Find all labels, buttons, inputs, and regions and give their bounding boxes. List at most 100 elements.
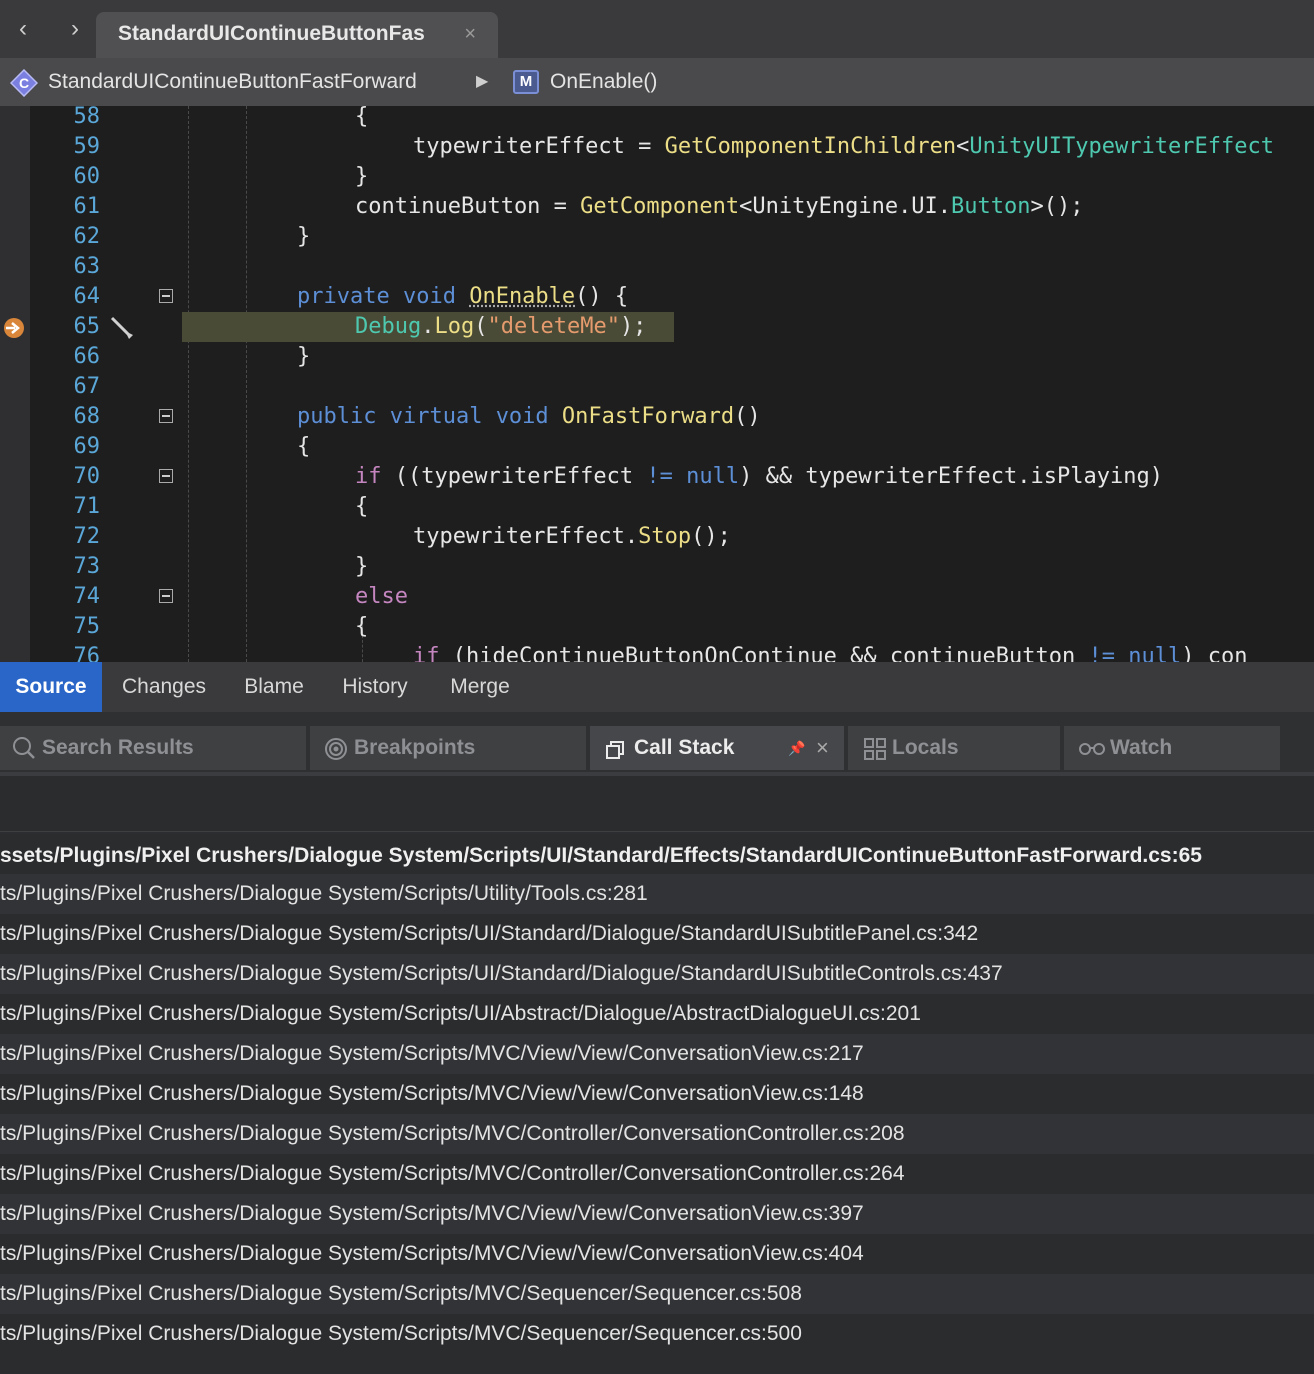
fold-toggle-icon[interactable] [159,289,173,303]
code-token: { [297,434,311,459]
call-stack-frame[interactable]: ts/Plugins/Pixel Crushers/Dialogue Syste… [0,1034,1314,1074]
panel-divider[interactable] [0,712,1314,726]
fold-toggle-icon[interactable] [159,409,173,423]
document-tab-bar: ‹ › StandardUIContinueButtonFas × [0,0,1314,58]
tab-changes[interactable]: Changes [104,662,224,712]
code-line[interactable]: 70 if ((typewriterEffect != null) && type… [0,462,1314,492]
breakpoint-current-icon[interactable] [2,316,26,340]
code-line[interactable]: 65 Debug.Log("deleteMe"); [0,312,1314,342]
code-line[interactable]: 59 typewriterEffect = GetComponentInChild… [0,132,1314,162]
call-stack-frame[interactable]: ts/Plugins/Pixel Crushers/Dialogue Syste… [0,1194,1314,1234]
tab-source[interactable]: Source [0,662,102,712]
run-to-cursor-icon[interactable] [108,314,136,342]
tab-call-stack[interactable]: Call Stack 📌 × [590,726,844,770]
code-line[interactable]: 73} [0,552,1314,582]
tab-merge[interactable]: Merge [430,662,530,712]
code-line[interactable]: 61 continueButton = GetComponent<UnityEng… [0,192,1314,222]
code-line[interactable]: 71 { [0,492,1314,522]
line-number[interactable]: 72 [30,522,101,552]
call-stack-frame[interactable]: ts/Plugins/Pixel Crushers/Dialogue Syste… [0,1154,1314,1194]
line-number[interactable]: 70 [30,462,101,492]
code-token: != [646,464,673,489]
fold-toggle-icon[interactable] [159,589,173,603]
code-token: typewriterEffect = [413,134,665,159]
line-number[interactable]: 58 [30,106,101,132]
tab-watch[interactable]: Watch [1064,726,1280,770]
line-number[interactable]: 75 [30,612,101,642]
close-tab-icon[interactable]: × [464,23,476,46]
call-stack-frame[interactable]: ts/Plugins/Pixel Crushers/Dialogue Syste… [0,874,1314,914]
line-number[interactable]: 76 [30,642,101,662]
line-number[interactable]: 73 [30,552,101,582]
code-line[interactable]: 64 private void OnEnable() { [0,282,1314,312]
code-editor[interactable]: 58 {59 typewriterEffect = GetComponentInCh… [0,106,1314,662]
line-number[interactable]: 59 [30,132,101,162]
call-stack-header [0,772,1314,832]
line-number[interactable]: 64 [30,282,101,312]
tab-blame[interactable]: Blame [228,662,320,712]
code-token: ((typewriterEffect [381,464,647,489]
line-number[interactable]: 65 [30,312,101,342]
code-token: virtual [389,404,496,429]
code-token: ( [474,314,488,339]
code-text: } [297,222,310,252]
code-token: } [355,164,369,189]
call-stack-frame[interactable]: ts/Plugins/Pixel Crushers/Dialogue Syste… [0,1234,1314,1274]
code-line[interactable]: 68 public virtual void OnFastForward() [0,402,1314,432]
line-number[interactable]: 74 [30,582,101,612]
code-text: else [355,582,408,612]
line-number[interactable]: 68 [30,402,101,432]
code-token: ); [619,314,647,339]
code-token: else [355,584,408,609]
code-text: Debug.Log("deleteMe"); [355,312,646,342]
code-token: >(); [1030,194,1084,219]
code-token: "deleteMe" [487,314,620,339]
tab-locals[interactable]: Locals [848,726,1060,770]
tab-breakpoints[interactable]: Breakpoints [310,726,586,770]
code-text: } [297,342,310,372]
line-number[interactable]: 63 [30,252,101,282]
call-stack-frame[interactable]: ts/Plugins/Pixel Crushers/Dialogue Syste… [0,1074,1314,1114]
breadcrumb-class[interactable]: StandardUIContinueButtonFastForward [48,70,417,94]
code-text: { [355,492,368,522]
code-token: GetComponentInChildren [664,134,957,159]
call-stack-frame[interactable]: ts/Plugins/Pixel Crushers/Dialogue Syste… [0,914,1314,954]
line-number[interactable]: 69 [30,432,101,462]
line-number[interactable]: 62 [30,222,101,252]
code-line[interactable]: 62} [0,222,1314,252]
code-line[interactable]: 67 [0,372,1314,402]
close-pad-icon[interactable]: × [816,726,829,770]
line-number[interactable]: 67 [30,372,101,402]
line-number[interactable]: 60 [30,162,101,192]
fold-toggle-icon[interactable] [159,469,173,483]
back-button[interactable]: ‹ [8,14,38,44]
tab-search-results[interactable]: Search Results [0,726,306,770]
breadcrumb-separator-icon: ▶ [476,73,489,90]
code-text: typewriterEffect.Stop(); [413,522,731,552]
code-line[interactable]: 76 if (hideContinueButtonOnContinue && co… [0,642,1314,662]
code-line[interactable]: 69 { [0,432,1314,462]
pin-icon[interactable]: 📌 [788,726,805,770]
code-token: Button [951,194,1031,219]
code-line[interactable]: 60} [0,162,1314,192]
code-line[interactable]: 75 { [0,612,1314,642]
code-line[interactable]: 63 [0,252,1314,282]
document-tab[interactable]: StandardUIContinueButtonFas × [96,12,498,58]
call-stack-frame[interactable]: ssets/Plugins/Pixel Crushers/Dialogue Sy… [0,836,1314,876]
code-line[interactable]: 66} [0,342,1314,372]
code-line[interactable]: 74 else [0,582,1314,612]
line-number[interactable]: 66 [30,342,101,372]
breadcrumb-method[interactable]: OnEnable() [550,70,657,94]
call-stack-frame[interactable]: ts/Plugins/Pixel Crushers/Dialogue Syste… [0,1314,1314,1354]
document-tab-title: StandardUIContinueButtonFas [118,22,425,45]
code-line[interactable]: 72 typewriterEffect.Stop(); [0,522,1314,552]
code-line[interactable]: 58 { [0,106,1314,132]
call-stack-frame[interactable]: ts/Plugins/Pixel Crushers/Dialogue Syste… [0,1274,1314,1314]
line-number[interactable]: 61 [30,192,101,222]
tab-history[interactable]: History [326,662,424,712]
call-stack-frame[interactable]: ts/Plugins/Pixel Crushers/Dialogue Syste… [0,1114,1314,1154]
line-number[interactable]: 71 [30,492,101,522]
call-stack-frame[interactable]: ts/Plugins/Pixel Crushers/Dialogue Syste… [0,954,1314,994]
call-stack-frame[interactable]: ts/Plugins/Pixel Crushers/Dialogue Syste… [0,994,1314,1034]
forward-button[interactable]: › [60,14,90,44]
